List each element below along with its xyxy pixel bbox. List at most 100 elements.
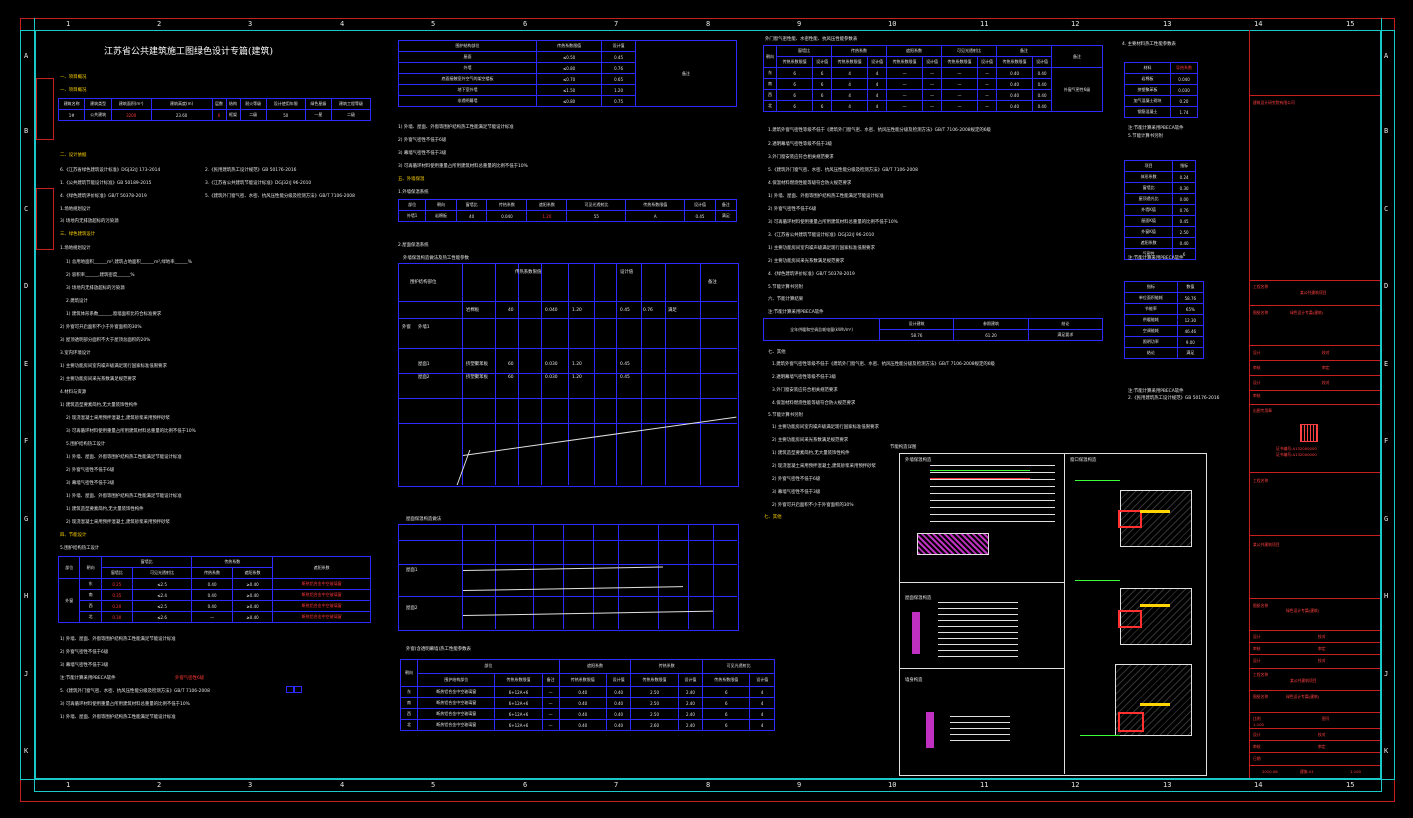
table-cell: 外窗 [402, 325, 411, 330]
table-header: 备注 [635, 40, 737, 107]
text-line: 3) 幕墙气密性不低于3级 [398, 151, 447, 156]
table-header: 遮阳系数 [526, 199, 568, 211]
row-letter: A [24, 52, 29, 60]
table-cell: 南 [79, 589, 102, 601]
table-cell: 外墙1 [397, 210, 427, 222]
table-cell: 节能率 [1124, 303, 1178, 315]
table-header: 备注 [1051, 45, 1103, 68]
section-heading: 七、其他 [764, 515, 782, 520]
row-letter: B [24, 127, 29, 135]
text-line: 1.建筑外窗气密性等级不低于《建筑外门窗气密、水密、抗风压性能分级及检测方法》G… [768, 128, 991, 133]
text-line: 1) 主要功能房间室内噪声级满足现行国家标准低限要求 [60, 364, 167, 369]
title-block-label: 审核 [1253, 744, 1261, 749]
side-table-1: 材料 导热系数 岩棉板 0.040 挤塑聚苯板 0.030 加气混凝土砌块 0.20 钢… [1123, 62, 1198, 118]
table-cell: 4 [830, 67, 869, 79]
table-header: 可见光透射比 [131, 567, 193, 579]
table-cell: 4 [749, 697, 775, 709]
table-cell: 照明功率 [1124, 336, 1178, 348]
col-number: 3 [248, 20, 253, 28]
table-header: 传热系数限值 [995, 56, 1034, 68]
table-cell: 0.40 [605, 686, 632, 698]
text-line: 2) 外窗可开启面积不小于外窗面积的30% [60, 325, 142, 330]
text-line: 3) 幕墙气密性不低于3级 [60, 663, 109, 668]
text-line: 2) 现浇混凝土采用预拌混凝土,建筑砂浆采用预拌砂浆 [66, 520, 170, 525]
table-header: 项目 [1123, 160, 1174, 172]
table-cell: 岩棉板 [425, 210, 457, 222]
table-header: 设计值 [601, 40, 636, 52]
table-header: 遮阳系数 [231, 567, 274, 579]
side-title: 4. 主要材料热工性能参数表 [1122, 42, 1176, 47]
table-header: 层数 [211, 98, 227, 110]
title-block-divider [1249, 712, 1380, 713]
table-header: 窗墙比 [776, 45, 832, 57]
row-letter: J [1384, 670, 1389, 678]
col-number: 7 [614, 20, 619, 28]
text-line: 3) 场地内无排放超标的污染源 [60, 219, 119, 224]
title-block-label: 审核 [1253, 646, 1261, 651]
table-header: 窗墙比 [100, 567, 133, 579]
detail-label: 屋面保温构造 [905, 596, 932, 601]
table-cell: 0.40 [1032, 67, 1052, 79]
table-cell: 西 [400, 708, 418, 720]
table-cell: 6 [211, 109, 227, 121]
checkbox-marker [286, 686, 294, 693]
title-block-divider [1249, 752, 1380, 753]
table-header: 遮阳系数 [558, 659, 632, 674]
table-cell: 断热铝合金中空玻璃窗 [416, 708, 496, 720]
table-cell: — [922, 78, 942, 90]
title-block-divider [1249, 654, 1380, 655]
table-cell: 0.45 [684, 210, 716, 222]
table-cell: 60 [508, 362, 514, 367]
table-cell: — [541, 719, 560, 731]
table-cell: ≤0.70 [536, 73, 603, 85]
table-cell: ≥0.40 [231, 611, 274, 623]
table-header: 设计值 [684, 199, 716, 211]
table-cell: 6 [702, 719, 751, 731]
table-cell: 0.40 [191, 600, 233, 612]
text-line: 1) 外墙、屋面、外窗等围护结构热工性能满足节能设计标准 [768, 194, 884, 199]
table-cell: 60 [508, 375, 514, 380]
table-header: 窗墙比 [100, 556, 193, 568]
table-cell: 4 [867, 100, 887, 112]
table-header: 建筑面积(m²) [110, 98, 152, 110]
title-block-label: 校对 [1322, 380, 1330, 385]
title-block-label: 审定 [1318, 646, 1326, 651]
table-cell: 61.20 [953, 329, 1029, 341]
window-frame-red [1118, 510, 1142, 528]
col-number: 13 [1163, 20, 1172, 28]
text-line: 2) 主要功能房间采光系数满足规范要求 [772, 438, 849, 443]
table-cell: 屋面 [397, 51, 538, 63]
table-cell: — [922, 89, 942, 101]
table-cell: 6+12A+6 [494, 686, 543, 698]
col-number: 2 [157, 781, 162, 789]
table-cell: 外窗气密性6级 [1051, 67, 1103, 112]
table-cell: 4 [867, 78, 887, 90]
table-cell: 断热铝合金中空玻璃窗 [416, 697, 496, 709]
table-cell: 底面接触室外空气的架空楼板 [397, 73, 538, 85]
table-cell: — [885, 100, 924, 112]
title-block-divider [1249, 95, 1380, 96]
detail-label: 窗口保温构造 [1070, 458, 1097, 463]
energy-result-table: 全年供暖和空调总耗电量(kWh/m²) 设计建筑 参照建筑 结论 58.76 6… [763, 318, 1104, 341]
table-cell: 满足 [714, 210, 738, 222]
table-cell: 58.76 [1176, 292, 1205, 304]
table-cell: 0.76 [1172, 204, 1196, 216]
title-block-label: 设计 [1253, 634, 1261, 639]
table-cell: 二级 [331, 109, 371, 121]
table-cell: 4 [749, 719, 775, 731]
title-block-label: 设计 [1253, 350, 1261, 355]
window-frame-red [1118, 712, 1144, 732]
row-letter: H [1384, 592, 1389, 600]
col-number: 4 [340, 781, 345, 789]
table-cell: 1# [57, 109, 86, 121]
table-cell: 0.45 [1172, 215, 1196, 227]
text-line: 1) 建筑造型要素简约,无大量装饰性构件 [772, 451, 850, 456]
table-cell: 2.40 [677, 686, 704, 698]
text-line: 5.《建筑外门窗气密、水密、抗风压性能分级及检测方法》GB/T 7106-200… [60, 689, 210, 694]
table-cell: 4 [749, 686, 775, 698]
table-cell: 6 [812, 67, 832, 79]
table-header: 设计值 [812, 56, 832, 68]
text-line: 5.围护结构热工设计 [60, 546, 100, 551]
section-heading: 一、项目概况 [60, 88, 87, 93]
title-block-label: 校对 [1318, 634, 1326, 639]
